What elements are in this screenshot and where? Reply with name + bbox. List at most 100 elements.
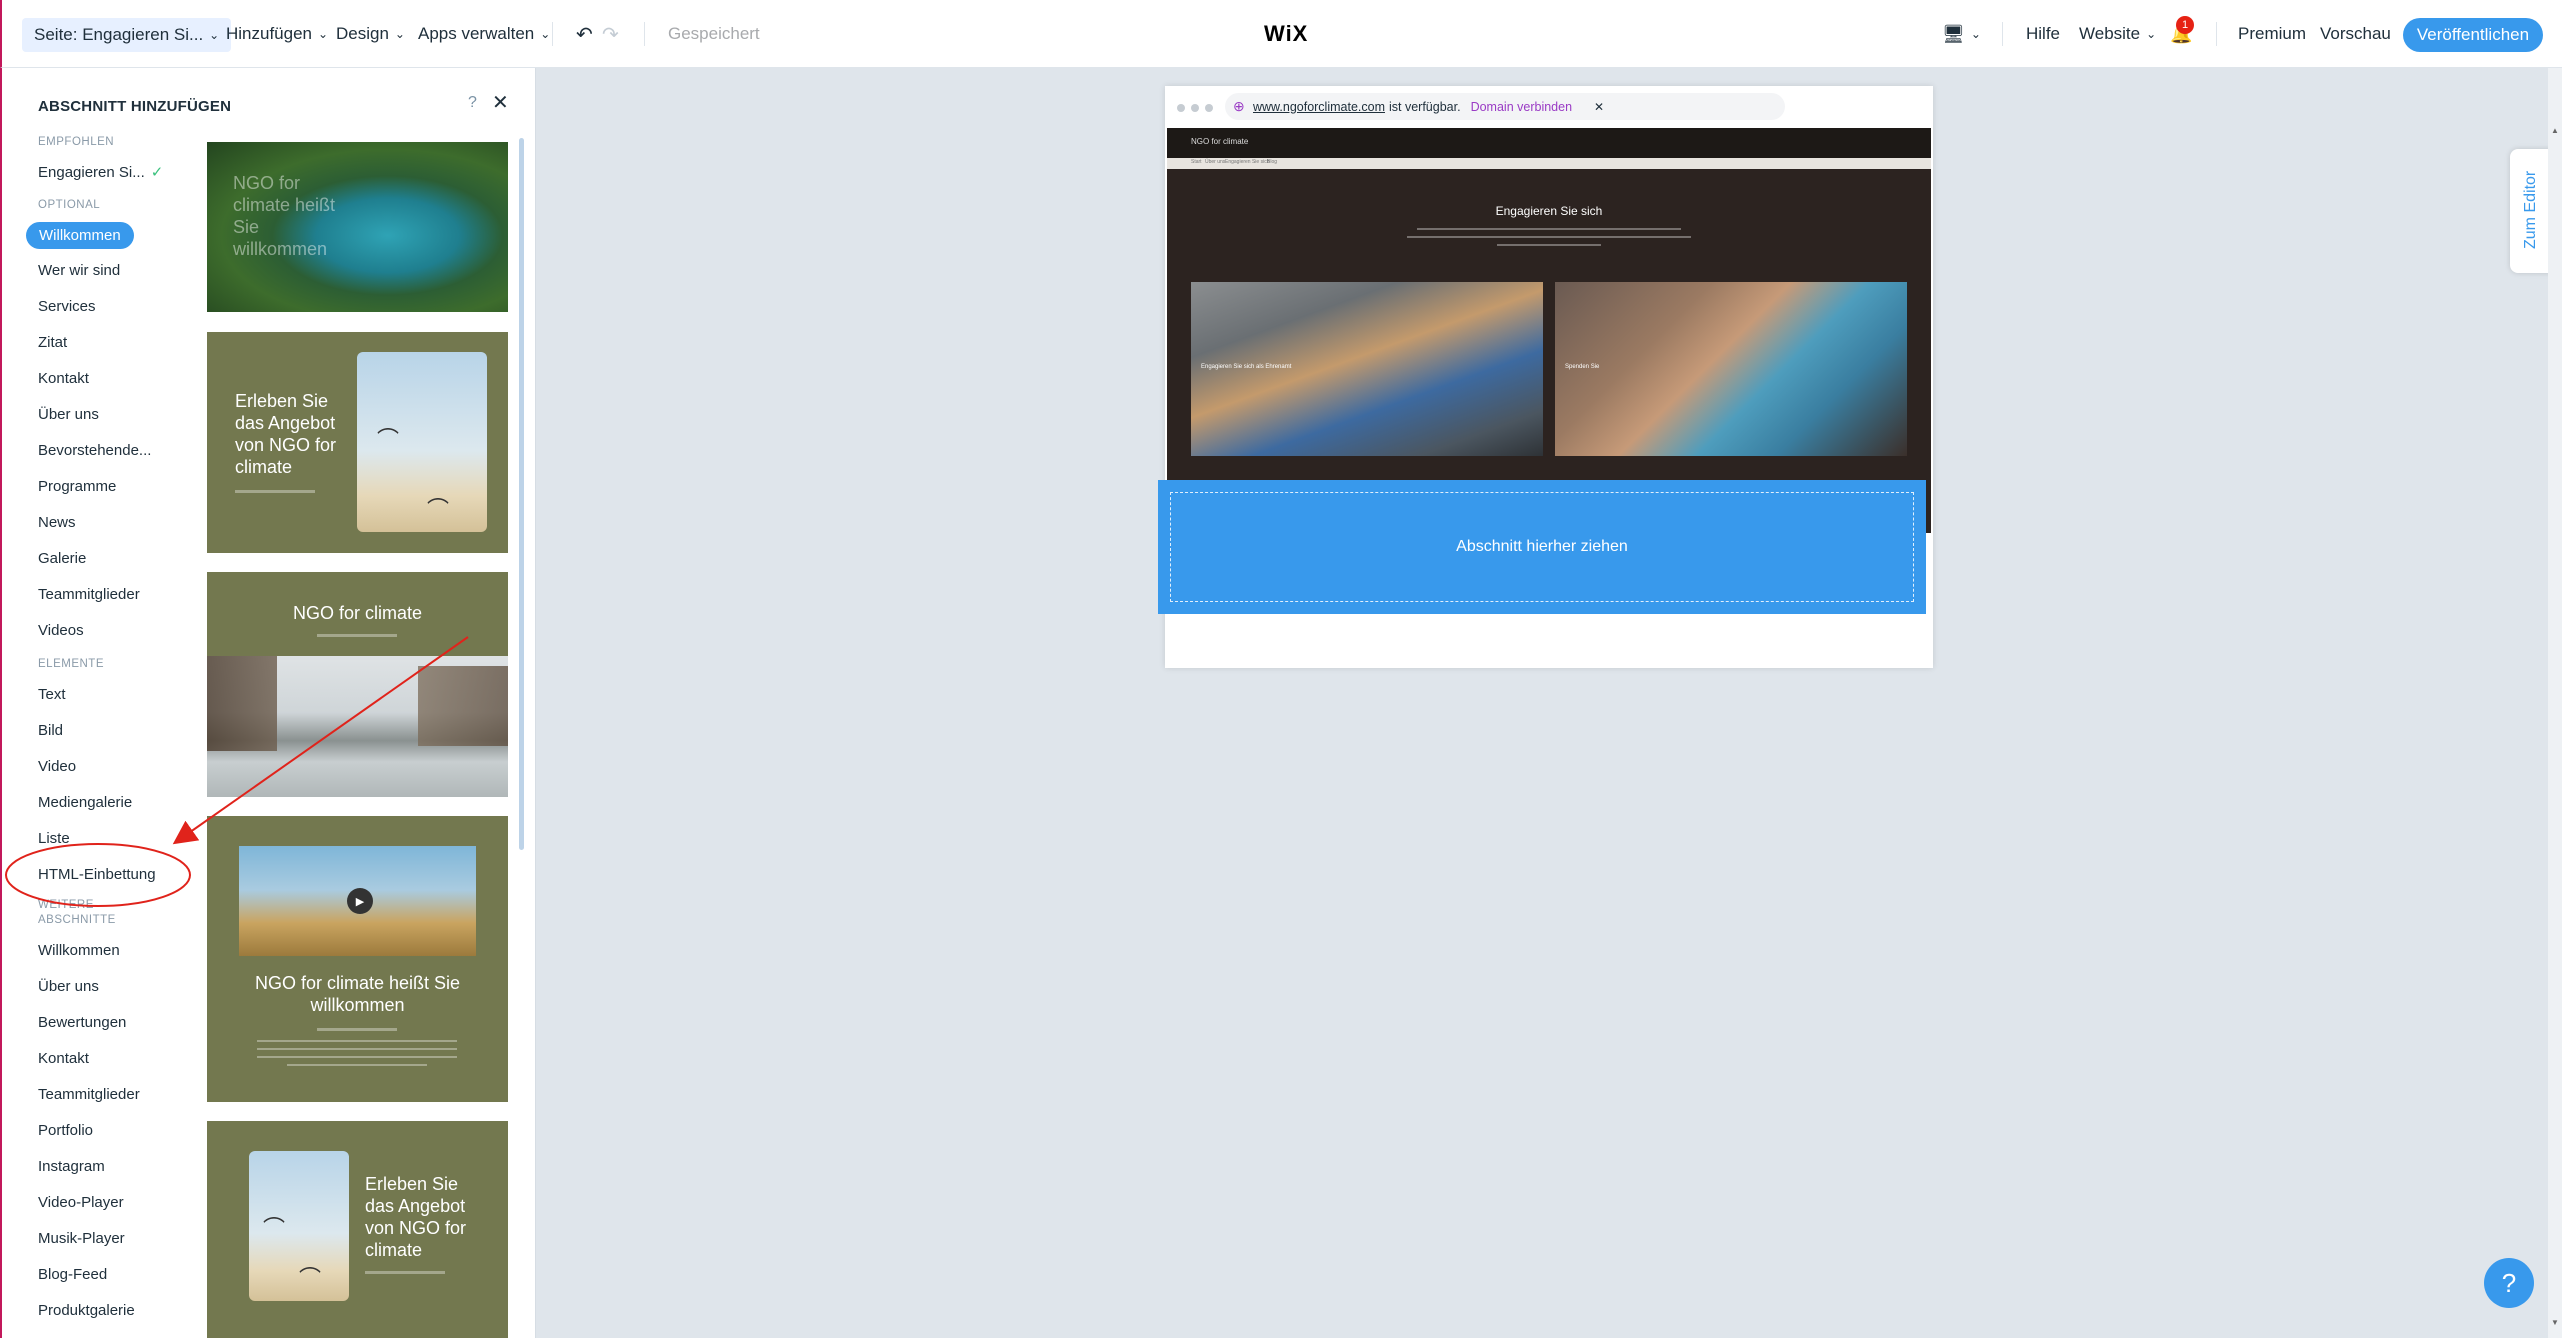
divider bbox=[644, 22, 645, 46]
category-item[interactable]: Engagieren Si... ✓ bbox=[38, 163, 163, 181]
panel-title: ABSCHNITT HINZUFÜGEN bbox=[38, 98, 232, 115]
category-item[interactable]: Willkommen bbox=[38, 942, 120, 959]
category-item[interactable]: Produktgalerie bbox=[38, 1302, 135, 1319]
site-nav-item: Start bbox=[1191, 159, 1202, 165]
category-item[interactable]: Text bbox=[38, 686, 66, 703]
category-item[interactable]: Kontakt bbox=[38, 370, 89, 387]
saved-status: Gespeichert bbox=[668, 24, 760, 43]
page-selector[interactable]: Seite: Engagieren Si... ⌄ bbox=[22, 18, 232, 52]
menu-apps[interactable]: Apps verwalten ⌄ bbox=[418, 0, 550, 68]
website-menu[interactable]: Website ⌄ bbox=[2079, 0, 2156, 68]
close-icon[interactable]: ✕ bbox=[1594, 100, 1604, 114]
category-item[interactable]: Teammitglieder bbox=[38, 586, 140, 603]
category-item-active[interactable]: Willkommen bbox=[26, 222, 134, 249]
section-thumbnail[interactable]: NGO for climate bbox=[207, 572, 508, 797]
canvas-scrollbar[interactable]: ▲ ▼ bbox=[2548, 68, 2562, 1338]
thumbnail-title: NGO for climate heißt Sie willkommen bbox=[254, 973, 461, 1015]
category-item[interactable]: Videos bbox=[38, 622, 84, 639]
website-menu-label: Website bbox=[2079, 24, 2141, 43]
menu-design[interactable]: Design ⌄ bbox=[336, 0, 405, 68]
close-icon[interactable]: ✕ bbox=[492, 90, 509, 115]
thumbnail-text-line bbox=[257, 1040, 457, 1042]
category-item[interactable]: Mediengalerie bbox=[38, 794, 132, 811]
site-nav-item: Blog bbox=[1267, 159, 1278, 165]
page-selector-label: Seite: Engagieren Si... bbox=[34, 25, 204, 44]
category-item[interactable]: News bbox=[38, 514, 76, 531]
section-drop-zone[interactable]: Abschnitt hierher ziehen bbox=[1158, 480, 1926, 614]
site-section[interactable]: NGO for climate Start Über uns Engagiere… bbox=[1167, 128, 1931, 533]
thumbnail-title: Erleben Sie das Angebot von NGO for clim… bbox=[365, 1174, 467, 1260]
site-header: NGO for climate bbox=[1167, 128, 1931, 158]
scroll-down-icon[interactable]: ▼ bbox=[2551, 1318, 2559, 1327]
category-item[interactable]: Video bbox=[38, 758, 76, 775]
help-link[interactable]: Hilfe bbox=[2026, 0, 2060, 68]
paragraph-line bbox=[1407, 236, 1691, 238]
category-item[interactable]: Bewertungen bbox=[38, 1014, 126, 1031]
category-item[interactable]: Über uns bbox=[38, 406, 99, 423]
category-item[interactable]: Services bbox=[38, 298, 96, 315]
thumbnail-title: NGO for climate bbox=[292, 603, 423, 623]
thumbnail-text-line bbox=[317, 634, 397, 637]
drop-zone-label: Abschnitt hierher ziehen bbox=[1170, 492, 1914, 602]
help-icon[interactable]: ? bbox=[468, 94, 477, 112]
bell-icon[interactable]: 🔔 bbox=[2170, 0, 2192, 68]
card-caption: Spenden Sie bbox=[1565, 364, 1600, 370]
category-item[interactable]: Blog-Feed bbox=[38, 1266, 107, 1283]
premium-link[interactable]: Premium bbox=[2238, 0, 2306, 68]
globe-icon: ⊕ bbox=[1233, 98, 1245, 114]
section-thumbnail[interactable]: ▶ NGO for climate heißt Sie willkommen bbox=[207, 816, 508, 1102]
undo-icon[interactable]: ↶ bbox=[576, 0, 593, 68]
play-icon: ▶ bbox=[347, 888, 373, 914]
section-thumbnail[interactable]: NGO for climate heißt Sie willkommen bbox=[207, 142, 508, 312]
donation-card-photo: Spenden Sie bbox=[1555, 282, 1907, 456]
category-item[interactable]: Bild bbox=[38, 722, 63, 739]
bird-icon: ⌒ bbox=[427, 497, 450, 522]
category-item[interactable]: Wer wir sind bbox=[38, 262, 120, 279]
scroll-up-icon[interactable]: ▲ bbox=[2551, 126, 2559, 135]
category-item[interactable]: Galerie bbox=[38, 550, 86, 567]
site-url[interactable]: www.ngoforclimate.com bbox=[1253, 100, 1385, 114]
preview-link[interactable]: Vorschau bbox=[2320, 0, 2391, 68]
category-item[interactable]: Musik-Player bbox=[38, 1230, 125, 1247]
thumbnail-text-line bbox=[317, 1028, 397, 1031]
category-item[interactable]: Bevorstehende... bbox=[38, 442, 151, 459]
publish-button[interactable]: Veröffentlichen bbox=[2403, 18, 2543, 52]
panel-scrollbar[interactable] bbox=[519, 138, 524, 850]
menu-add[interactable]: Hinzufügen ⌄ bbox=[226, 0, 328, 68]
connect-domain-link[interactable]: Domain verbinden bbox=[1471, 100, 1572, 114]
category-item-label: Engagieren Si... bbox=[38, 164, 145, 181]
category-item[interactable]: Kontakt bbox=[38, 1050, 89, 1067]
category-item[interactable]: Programme bbox=[38, 478, 116, 495]
category-item[interactable]: Über uns bbox=[38, 978, 99, 995]
menu-add-label: Hinzufügen bbox=[226, 24, 313, 43]
desktop-view-icon[interactable]: 🖥 ⌄ bbox=[1942, 0, 1981, 68]
category-item[interactable]: Portfolio bbox=[38, 1122, 93, 1139]
site-nav-item: Engagieren Sie sich bbox=[1225, 159, 1270, 165]
thumbnail-title: Erleben Sie das Angebot von NGO for clim… bbox=[235, 391, 337, 477]
category-item-html-embed[interactable]: HTML-Einbettung bbox=[38, 866, 156, 883]
chevron-down-icon: ⌄ bbox=[318, 27, 329, 41]
category-item[interactable]: Zitat bbox=[38, 334, 67, 351]
browser-bar: ⊕ www.ngoforclimate.com ist verfügbar. D… bbox=[1165, 86, 1933, 128]
bird-icon: ⌒ bbox=[299, 1266, 322, 1291]
redo-icon[interactable]: ↷ bbox=[602, 0, 619, 68]
category-item[interactable]: Teammitglieder bbox=[38, 1086, 140, 1103]
category-heading: WEITERE bbox=[38, 899, 94, 911]
thumbnail-title: NGO for climate heißt Sie willkommen bbox=[233, 173, 336, 259]
category-item[interactable]: Liste bbox=[38, 830, 70, 847]
chevron-down-icon: ⌄ bbox=[1970, 27, 1981, 41]
tree-shape bbox=[207, 656, 277, 751]
check-icon: ✓ bbox=[150, 164, 164, 181]
notification-badge: 1 bbox=[2176, 16, 2194, 34]
top-bar: Seite: Engagieren Si... ⌄ Hinzufügen ⌄ D… bbox=[0, 0, 2562, 68]
category-item[interactable]: Instagram bbox=[38, 1158, 105, 1175]
category-heading: ABSCHNITTE bbox=[38, 914, 116, 926]
divider bbox=[2002, 22, 2003, 46]
paragraph-line bbox=[1497, 244, 1601, 246]
help-button[interactable]: ? bbox=[2484, 1258, 2534, 1308]
section-heading: Engagieren Sie sich bbox=[1495, 204, 1603, 218]
section-thumbnail[interactable]: ⌒ ⌒ Erleben Sie das Angebot von NGO for … bbox=[207, 1121, 508, 1338]
tree-shape bbox=[418, 666, 508, 746]
category-item[interactable]: Video-Player bbox=[38, 1194, 124, 1211]
section-thumbnail[interactable]: Erleben Sie das Angebot von NGO for clim… bbox=[207, 332, 508, 553]
